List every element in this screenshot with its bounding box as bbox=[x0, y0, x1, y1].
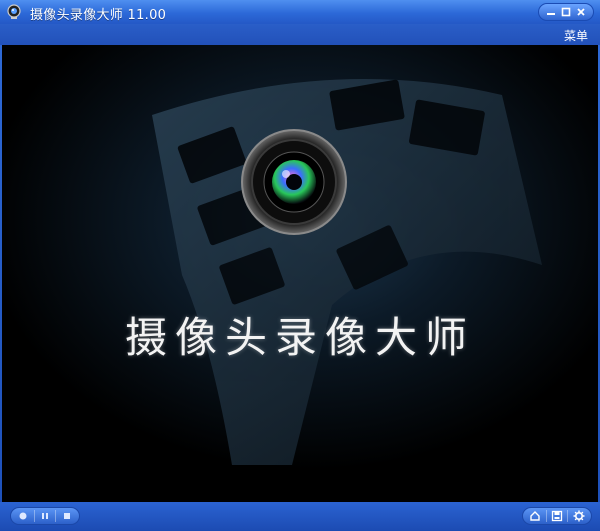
gear-icon[interactable] bbox=[571, 509, 587, 523]
stop-icon[interactable] bbox=[59, 509, 75, 523]
splash-artwork bbox=[2, 45, 598, 502]
maximize-icon[interactable] bbox=[560, 6, 572, 18]
brand-title: 摄像头录像大师 bbox=[124, 313, 475, 362]
close-icon[interactable] bbox=[575, 6, 587, 18]
home-icon[interactable] bbox=[527, 509, 543, 523]
divider bbox=[567, 510, 569, 522]
menu-bar: 菜单 bbox=[0, 24, 600, 45]
menu-button[interactable]: 菜单 bbox=[564, 27, 588, 44]
divider bbox=[545, 510, 547, 522]
save-icon[interactable] bbox=[549, 509, 565, 523]
minimize-icon[interactable] bbox=[545, 6, 557, 18]
video-viewport: 摄像头录像大师 bbox=[2, 45, 598, 502]
divider bbox=[55, 510, 57, 522]
pause-icon[interactable] bbox=[37, 509, 53, 523]
playback-controls bbox=[10, 507, 80, 525]
bottom-bar bbox=[0, 502, 600, 531]
window-title: 摄像头录像大师 11.00 bbox=[30, 8, 167, 23]
window-controls bbox=[538, 3, 594, 21]
tool-controls bbox=[522, 507, 592, 525]
record-icon[interactable] bbox=[15, 509, 31, 523]
camera-lens bbox=[241, 129, 347, 235]
app-window: 摄像头录像大师 11.00 菜单 摄像头录像大师 bbox=[0, 0, 600, 531]
title-bar: 摄像头录像大师 11.00 bbox=[0, 0, 600, 24]
webcam-icon bbox=[6, 4, 22, 20]
divider bbox=[33, 510, 35, 522]
